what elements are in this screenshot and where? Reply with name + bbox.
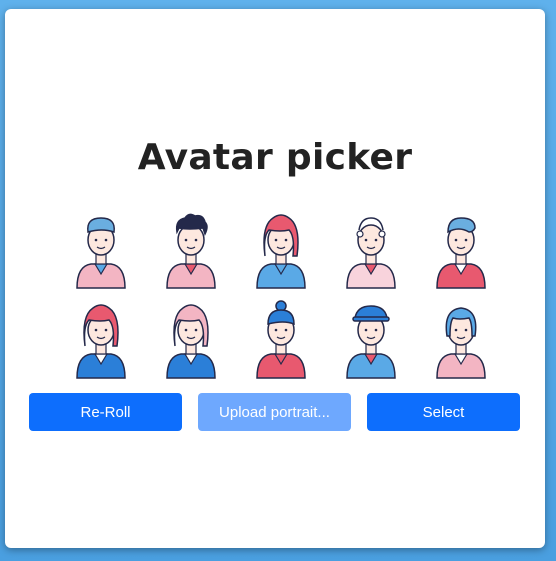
avatar-option[interactable] <box>416 205 506 295</box>
avatar-portrait-icon <box>76 217 126 289</box>
reroll-button[interactable]: Re-Roll <box>29 393 182 431</box>
avatar-option[interactable] <box>56 295 146 385</box>
avatar-option[interactable] <box>416 295 506 385</box>
avatar-portrait-icon <box>166 213 216 289</box>
select-button[interactable]: Select <box>367 393 520 431</box>
avatar-option[interactable] <box>146 295 236 385</box>
avatar-picker-dialog: Avatar picker Re-Roll Upload portrait...… <box>5 9 545 548</box>
avatar-option[interactable] <box>56 205 146 295</box>
avatar-portrait-icon <box>436 217 486 289</box>
avatar-portrait-icon <box>256 214 306 289</box>
avatar-portrait-icon <box>346 305 396 379</box>
avatar-portrait-icon <box>76 304 126 379</box>
upload-portrait-button[interactable]: Upload portrait... <box>198 393 351 431</box>
avatar-option[interactable] <box>236 205 326 295</box>
avatar-option[interactable] <box>236 295 326 385</box>
avatar-portrait-icon <box>436 307 486 379</box>
avatar-option[interactable] <box>326 205 416 295</box>
page-title: Avatar picker <box>137 137 413 178</box>
avatar-grid <box>56 205 506 385</box>
avatar-option[interactable] <box>326 295 416 385</box>
avatar-option[interactable] <box>146 205 236 295</box>
avatar-portrait-icon <box>346 217 396 289</box>
avatar-portrait-icon <box>166 304 216 379</box>
avatar-portrait-icon <box>256 300 306 379</box>
